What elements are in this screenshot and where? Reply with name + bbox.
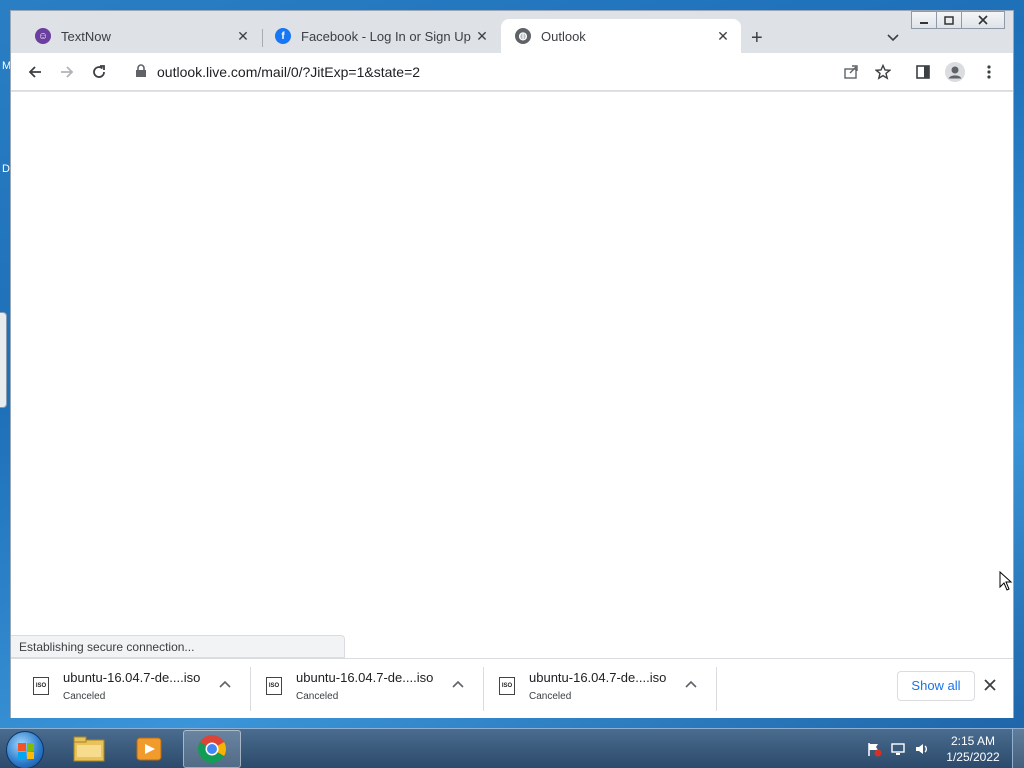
volume-icon[interactable]: [914, 741, 930, 760]
download-status: Canceled: [296, 691, 339, 702]
mouse-cursor-icon: [999, 570, 1013, 594]
browser-window: ☺ TextNow ✕ f Facebook - Log In or Sign …: [10, 10, 1014, 718]
chevron-up-icon[interactable]: [452, 677, 464, 691]
network-icon[interactable]: [890, 741, 906, 760]
tab-label: TextNow: [61, 28, 111, 44]
system-tray: [866, 741, 930, 760]
menu-button[interactable]: [979, 62, 999, 82]
divider: [716, 667, 717, 711]
tab-close-icon[interactable]: ✕: [235, 28, 251, 45]
close-icon: [984, 679, 996, 691]
reload-button[interactable]: [89, 62, 109, 82]
tab-label: Outlook: [541, 28, 586, 44]
page-content[interactable]: [11, 92, 1013, 658]
file-explorer-taskbar-button[interactable]: [60, 730, 118, 768]
download-item[interactable]: ISO ubuntu-16.04.7-de....iso Canceled: [477, 659, 710, 719]
side-panel-button[interactable]: [913, 62, 933, 82]
desktop-label: D: [2, 163, 10, 175]
download-item[interactable]: ISO ubuntu-16.04.7-de....iso Canceled: [244, 659, 477, 719]
more-vert-icon: [987, 65, 991, 79]
tab-outlook[interactable]: ◍ Outlook ✕: [501, 19, 741, 53]
arrow-left-icon: [28, 66, 41, 78]
desktop-side-panel[interactable]: [0, 312, 7, 408]
action-center-flag-icon[interactable]: [866, 741, 882, 760]
globe-icon: ◍: [515, 28, 531, 44]
star-icon: [875, 64, 891, 80]
url-text[interactable]: outlook.live.com/mail/0/?JitExp=1&state=…: [157, 64, 420, 80]
forward-button[interactable]: [57, 62, 77, 82]
bookmark-button[interactable]: [873, 62, 893, 82]
new-tab-button[interactable]: +: [751, 27, 763, 50]
textnow-icon: ☺: [35, 28, 51, 44]
share-icon: [844, 65, 858, 79]
reload-icon: [93, 65, 105, 78]
folder-icon: [73, 736, 105, 762]
tab-search-chevron-icon[interactable]: [887, 31, 899, 45]
status-bubble: Establishing secure connection...: [11, 635, 345, 658]
media-player-icon: [136, 737, 162, 761]
lock-icon[interactable]: [135, 64, 147, 81]
clock-date: 1/25/2022: [946, 750, 1000, 764]
arrow-right-icon: [61, 66, 74, 78]
share-button[interactable]: [841, 62, 861, 82]
download-item[interactable]: ISO ubuntu-16.04.7-de....iso Canceled: [11, 659, 244, 719]
tab-close-icon[interactable]: ✕: [715, 28, 731, 45]
taskbar: 2:15 AM 1/25/2022: [0, 728, 1024, 768]
download-status: Canceled: [529, 691, 572, 702]
clock-time: 2:15 AM: [950, 734, 996, 748]
chrome-icon: [198, 735, 226, 763]
download-shelf: ISO ubuntu-16.04.7-de....iso Canceled IS…: [11, 658, 1013, 718]
close-shelf-button[interactable]: [984, 675, 996, 696]
tab-label: Facebook - Log In or Sign Up: [301, 28, 471, 44]
chevron-up-icon[interactable]: [685, 677, 697, 691]
iso-file-icon: ISO: [499, 677, 515, 695]
tab-facebook[interactable]: f Facebook - Log In or Sign Up ✕: [261, 19, 500, 53]
download-status: Canceled: [63, 691, 106, 702]
back-button[interactable]: [25, 62, 45, 82]
start-button[interactable]: [6, 731, 44, 768]
iso-file-icon: ISO: [33, 677, 49, 695]
chrome-taskbar-button[interactable]: [183, 730, 241, 768]
profile-button[interactable]: [945, 62, 965, 82]
media-player-taskbar-button[interactable]: [120, 730, 178, 768]
chevron-up-icon[interactable]: [219, 677, 231, 691]
show-all-button[interactable]: Show all: [897, 671, 975, 701]
browser-toolbar: outlook.live.com/mail/0/?JitExp=1&state=…: [11, 53, 1013, 91]
download-filename: ubuntu-16.04.7-de....iso: [529, 670, 667, 685]
side-panel-icon: [916, 65, 930, 79]
tab-textnow[interactable]: ☺ TextNow ✕: [21, 19, 261, 53]
download-filename: ubuntu-16.04.7-de....iso: [63, 670, 201, 685]
address-bar[interactable]: outlook.live.com/mail/0/?JitExp=1&state=…: [125, 57, 899, 87]
windows-logo-icon: [18, 743, 34, 759]
facebook-icon: f: [275, 28, 291, 44]
taskbar-clock[interactable]: 2:15 AM 1/25/2022: [940, 733, 1006, 765]
avatar-icon: [945, 62, 965, 82]
tab-strip: ☺ TextNow ✕ f Facebook - Log In or Sign …: [11, 19, 1013, 53]
download-filename: ubuntu-16.04.7-de....iso: [296, 670, 434, 685]
tab-close-icon[interactable]: ✕: [474, 28, 490, 45]
show-desktop-button[interactable]: [1012, 729, 1024, 768]
iso-file-icon: ISO: [266, 677, 282, 695]
